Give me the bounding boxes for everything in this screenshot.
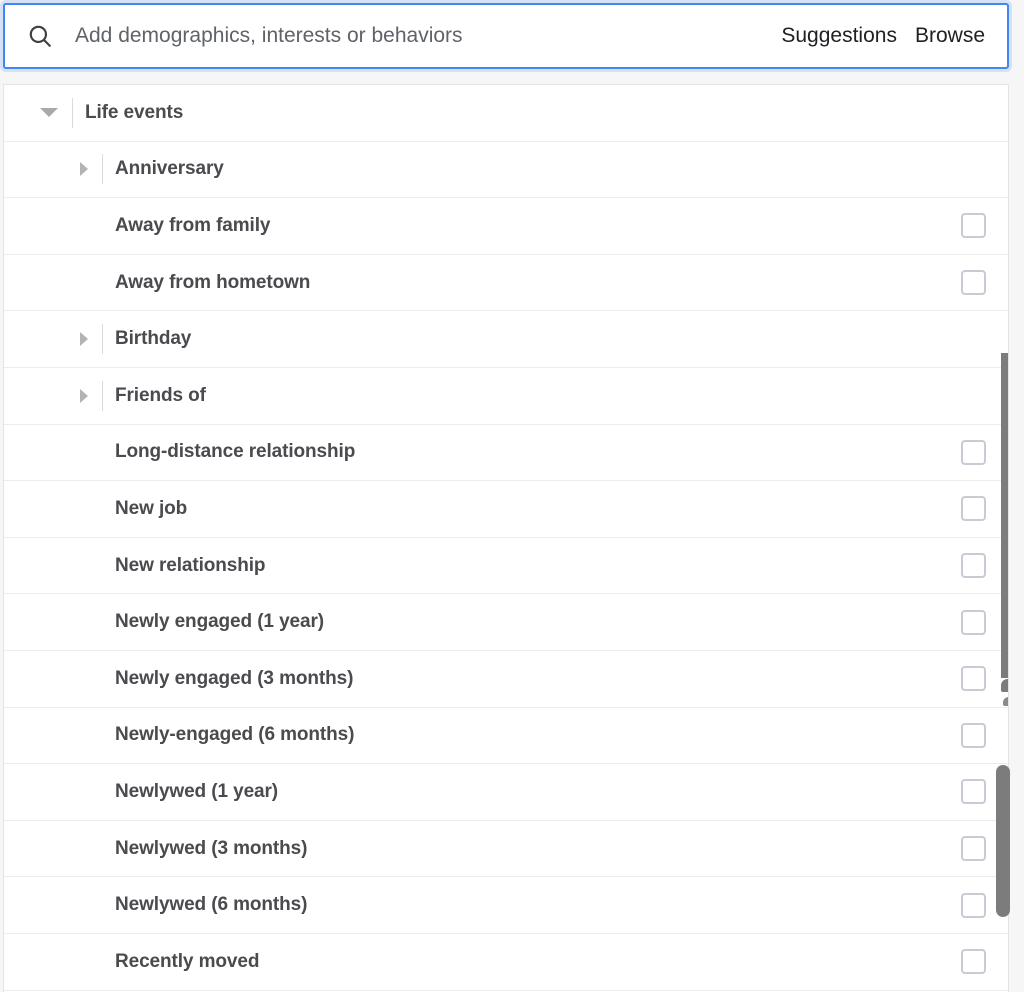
list-item-label: Friends of bbox=[115, 384, 206, 406]
list-item[interactable]: Friends of bbox=[4, 367, 1008, 425]
chevron-right-icon[interactable] bbox=[80, 162, 88, 177]
list-item[interactable]: New relationship bbox=[4, 537, 1008, 595]
disclosure-cell bbox=[4, 651, 102, 707]
row-divider bbox=[102, 947, 103, 977]
disclosure-cell bbox=[4, 877, 102, 933]
row-divider bbox=[72, 97, 73, 128]
list-item-checkbox[interactable] bbox=[961, 439, 986, 465]
list-item-checkbox[interactable] bbox=[961, 836, 986, 862]
disclosure-cell bbox=[4, 481, 102, 537]
row-divider bbox=[102, 551, 103, 581]
list-item-label: Newly-engaged (6 months) bbox=[115, 724, 355, 746]
row-divider bbox=[102, 268, 103, 298]
search-bar[interactable]: Suggestions Browse bbox=[3, 3, 1009, 69]
chevron-right-icon[interactable] bbox=[80, 388, 88, 403]
list-item-checkbox[interactable] bbox=[961, 779, 986, 805]
page-scrollbar-thumb[interactable] bbox=[996, 765, 1010, 917]
disclosure-cell bbox=[4, 934, 102, 990]
list-item-label: Newly engaged (3 months) bbox=[115, 667, 354, 689]
disclosure-cell[interactable] bbox=[4, 311, 102, 367]
row-divider bbox=[102, 437, 103, 467]
list-item-checkbox[interactable] bbox=[961, 496, 986, 522]
disclosure-cell bbox=[4, 198, 102, 254]
list-item[interactable]: Newly engaged (1 year) bbox=[4, 594, 1008, 651]
list-item-checkbox[interactable] bbox=[961, 609, 986, 635]
list-item-checkbox[interactable] bbox=[961, 553, 986, 579]
list-item-label: Newlywed (1 year) bbox=[115, 780, 279, 802]
row-divider bbox=[102, 664, 103, 694]
list-item[interactable]: New job bbox=[4, 481, 1008, 538]
list-item-label: Newlywed (3 months) bbox=[115, 837, 308, 859]
row-divider bbox=[102, 777, 103, 807]
list-item-label: Recently moved bbox=[115, 950, 260, 972]
list-item[interactable]: Newlywed (6 months) bbox=[4, 877, 1008, 934]
list-item-checkbox[interactable] bbox=[961, 213, 986, 239]
chevron-right-icon[interactable] bbox=[80, 332, 88, 347]
scroll-down-arrow-icon[interactable] bbox=[1001, 679, 1008, 692]
targeting-list: Life events Anniversary Away from family Aw… bbox=[3, 84, 1009, 992]
list-item-label: New job bbox=[115, 497, 188, 519]
row-divider bbox=[102, 834, 103, 864]
search-input[interactable] bbox=[75, 16, 782, 56]
chevron-down-icon[interactable] bbox=[40, 108, 58, 118]
browse-button[interactable]: Browse bbox=[915, 22, 985, 50]
disclosure-cell bbox=[4, 255, 102, 311]
list-item-label: Birthday bbox=[115, 328, 192, 350]
list-item-label: New relationship bbox=[115, 554, 266, 576]
list-item-label: Long-distance relationship bbox=[115, 441, 356, 463]
list-item[interactable]: Away from hometown bbox=[4, 254, 1008, 312]
disclosure-cell bbox=[4, 594, 102, 650]
row-divider bbox=[102, 890, 103, 920]
list-item-label: Away from hometown bbox=[115, 271, 311, 293]
list-item[interactable]: Newlywed (1 year) bbox=[4, 764, 1008, 821]
disclosure-cell[interactable] bbox=[4, 368, 102, 424]
list-scrollbar-thumb[interactable] bbox=[1001, 353, 1008, 678]
list-item-label: Newlywed (6 months) bbox=[115, 894, 308, 916]
suggestions-button[interactable]: Suggestions bbox=[781, 22, 897, 50]
list-rows: Life events Anniversary Away from family Aw… bbox=[4, 85, 1008, 991]
list-item[interactable]: Life events bbox=[4, 85, 1008, 142]
list-item-checkbox[interactable] bbox=[961, 892, 986, 918]
disclosure-cell bbox=[4, 764, 102, 820]
list-item[interactable]: Birthday bbox=[4, 311, 1008, 368]
list-item[interactable]: Long-distance relationship bbox=[4, 424, 1008, 482]
list-item-checkbox[interactable] bbox=[961, 949, 986, 975]
list-item-label: Life events bbox=[85, 101, 184, 123]
list-item[interactable]: Away from family bbox=[4, 198, 1008, 255]
row-divider bbox=[102, 211, 103, 241]
list-item-label: Anniversary bbox=[115, 158, 224, 180]
disclosure-cell[interactable] bbox=[4, 142, 102, 198]
list-item[interactable]: Newlywed (3 months) bbox=[4, 820, 1008, 878]
list-item-checkbox[interactable] bbox=[961, 666, 986, 692]
disclosure-cell bbox=[4, 425, 102, 481]
cursor-arrow-icon bbox=[1003, 697, 1008, 706]
row-divider bbox=[102, 154, 103, 185]
row-divider bbox=[102, 324, 103, 355]
row-divider bbox=[102, 607, 103, 637]
disclosure-cell[interactable] bbox=[4, 85, 72, 141]
row-divider bbox=[102, 494, 103, 524]
list-item[interactable]: Newly engaged (3 months) bbox=[4, 650, 1008, 708]
targeting-browser: Suggestions Browse Life events Anniversar… bbox=[0, 0, 1024, 992]
list-item[interactable]: Anniversary bbox=[4, 141, 1008, 199]
list-item[interactable]: Newly-engaged (6 months) bbox=[4, 707, 1008, 765]
list-item-checkbox[interactable] bbox=[961, 270, 986, 296]
list-item-checkbox[interactable] bbox=[961, 722, 986, 748]
list-item-label: Away from family bbox=[115, 214, 271, 236]
row-divider bbox=[102, 380, 103, 411]
disclosure-cell bbox=[4, 821, 102, 877]
list-item-label: Newly engaged (1 year) bbox=[115, 611, 324, 633]
disclosure-cell bbox=[4, 538, 102, 594]
list-item[interactable]: Recently moved bbox=[4, 933, 1008, 991]
search-icon bbox=[29, 25, 51, 47]
row-divider bbox=[102, 720, 103, 750]
search-actions: Suggestions Browse bbox=[781, 22, 991, 50]
disclosure-cell bbox=[4, 708, 102, 764]
